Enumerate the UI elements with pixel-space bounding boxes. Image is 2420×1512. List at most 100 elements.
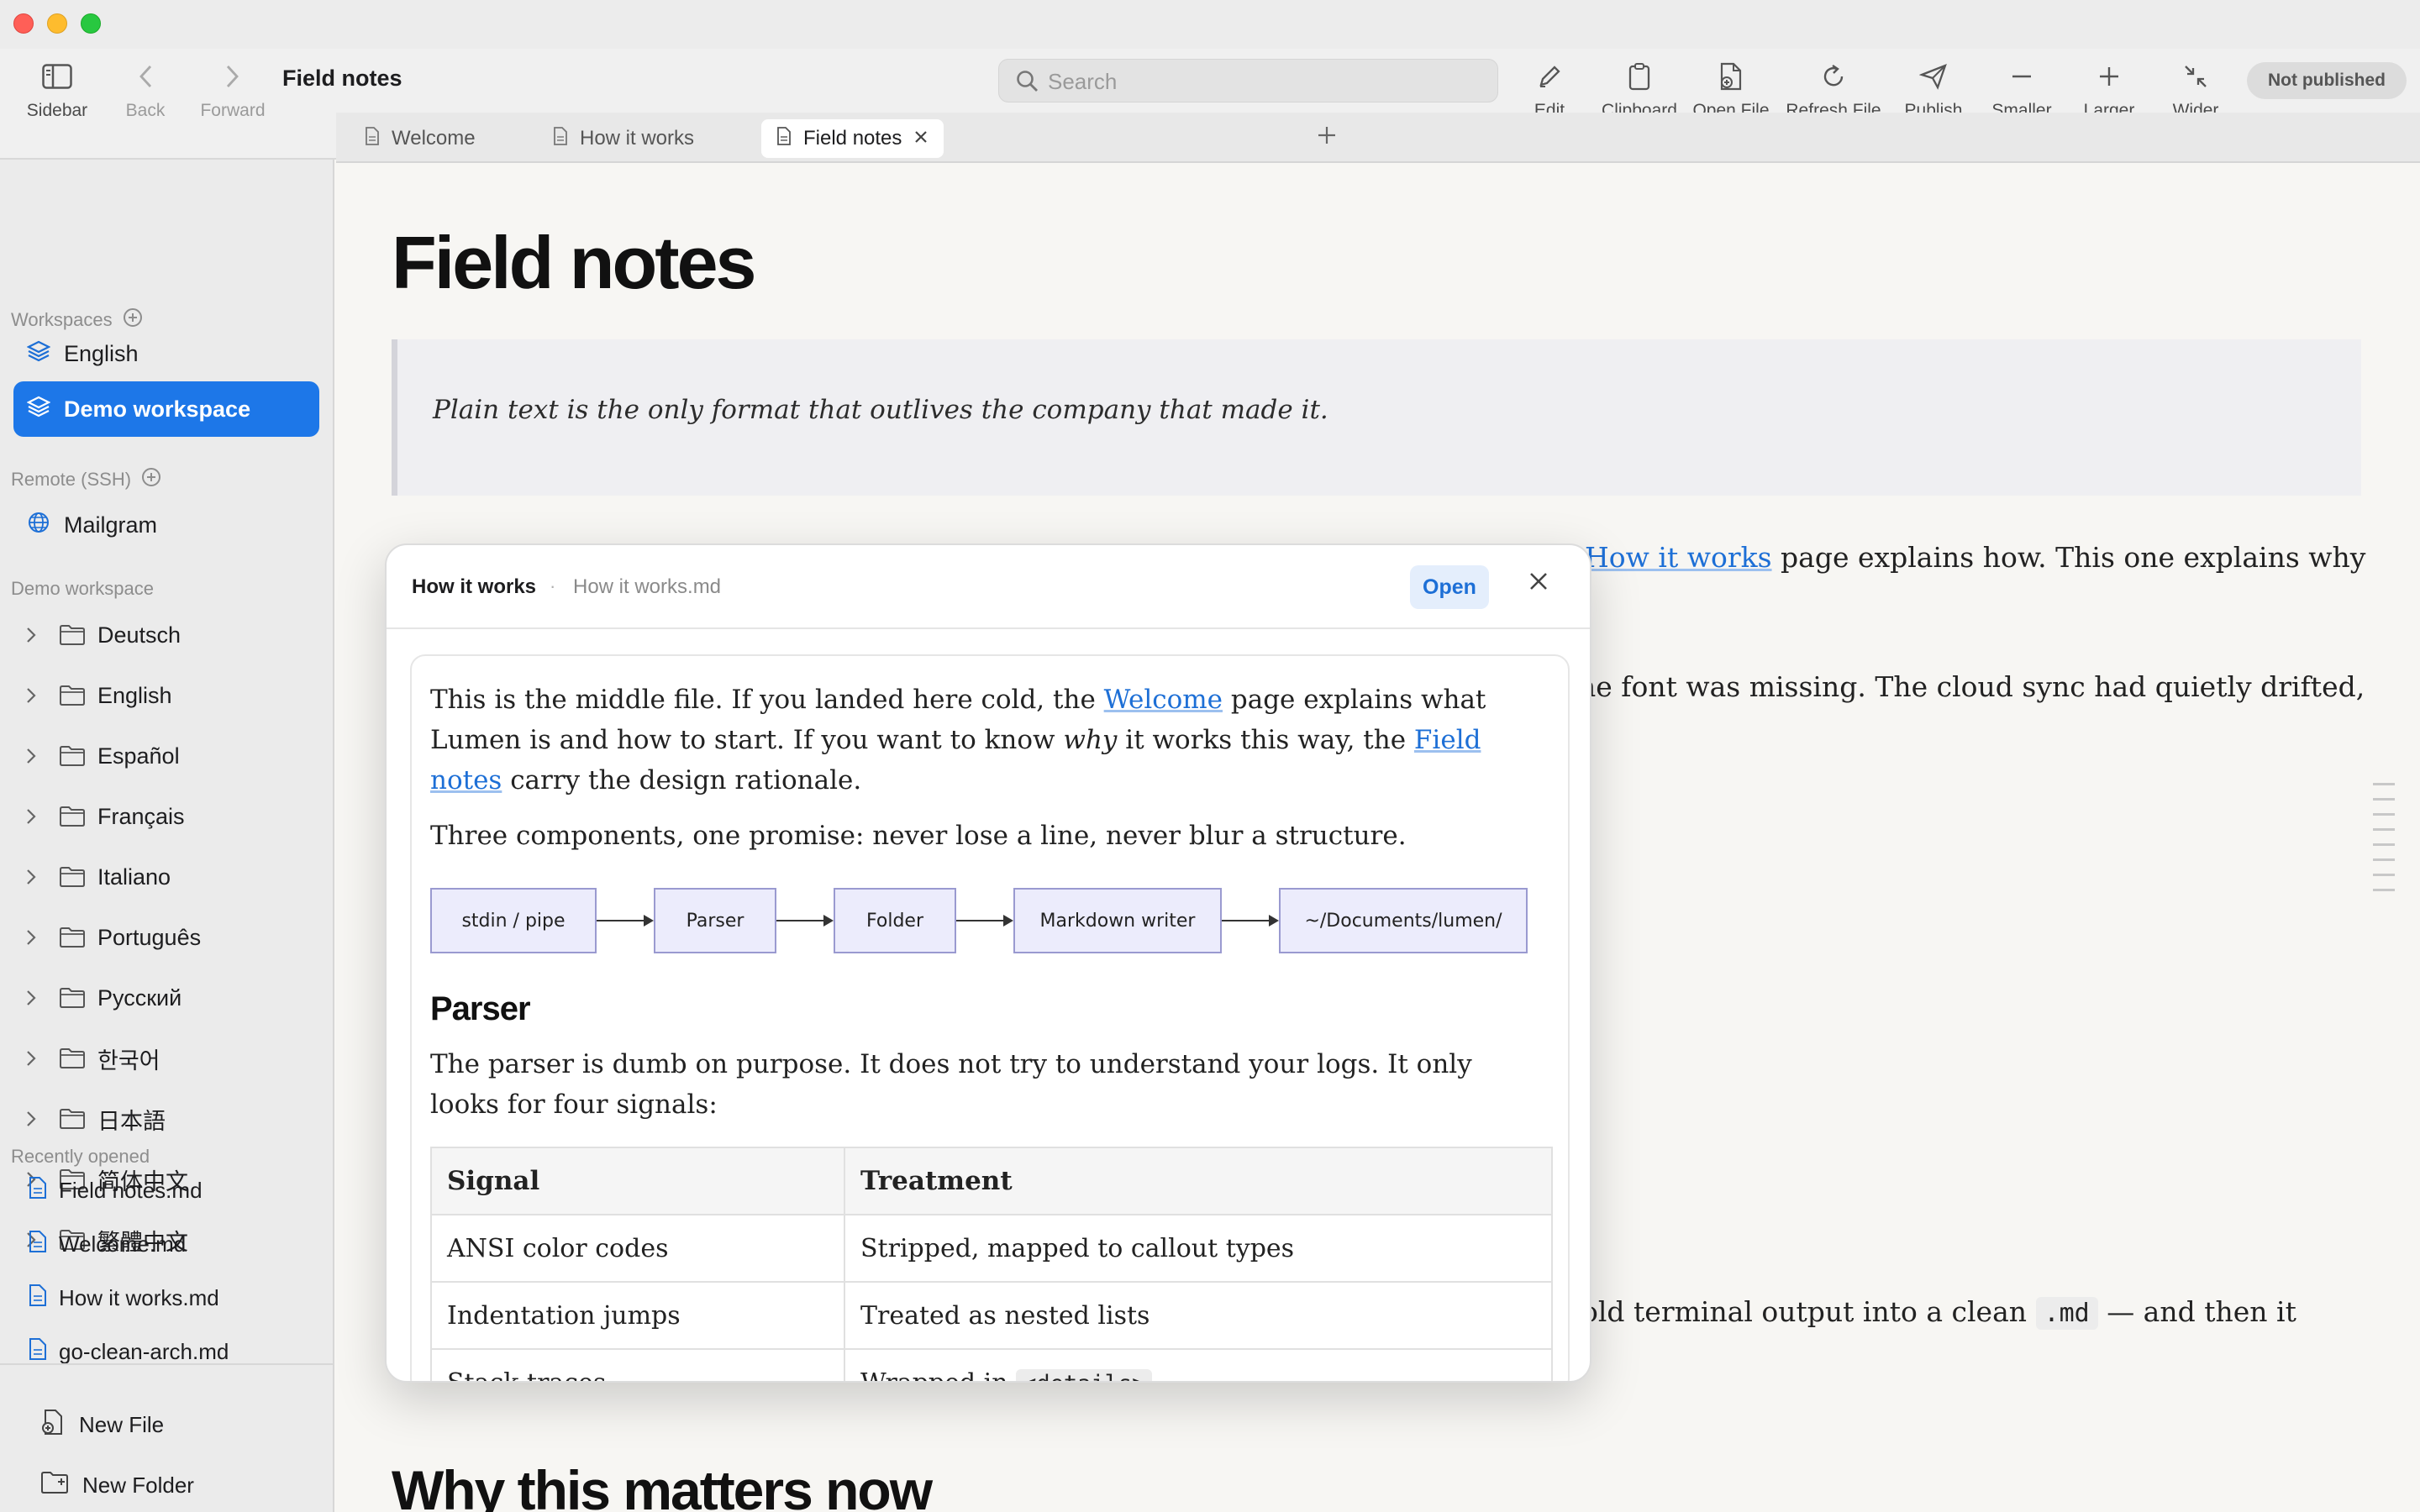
- folder-icon: [59, 866, 86, 888]
- document-title: Field notes: [392, 221, 756, 304]
- add-remote-icon[interactable]: [141, 467, 161, 492]
- folder-item[interactable]: Русский: [0, 973, 333, 1023]
- recent-file-item[interactable]: How it works.md: [29, 1277, 219, 1319]
- chevron-right-icon[interactable]: [17, 687, 45, 704]
- recent-file-item[interactable]: Field notes.md: [29, 1169, 203, 1211]
- folder-item[interactable]: Deutsch: [0, 610, 333, 660]
- layers-icon: [26, 339, 51, 369]
- diagram-node: Folder: [834, 888, 956, 953]
- back-button[interactable]: Back: [123, 54, 168, 155]
- folder-item[interactable]: Français: [0, 791, 333, 842]
- remote-item-mailgram[interactable]: Mailgram: [13, 497, 319, 553]
- link-preview-popover: How it works · How it works.md Open This…: [385, 543, 1591, 1383]
- sidebar-label: Sidebar: [26, 101, 88, 120]
- sidebar-icon: [42, 54, 72, 99]
- how-it-works-link[interactable]: How it works: [1585, 541, 1772, 574]
- text-fragment: it works this way, the: [1117, 725, 1414, 755]
- chevron-right-icon[interactable]: [17, 990, 45, 1006]
- chevron-right-icon[interactable]: [17, 929, 45, 946]
- table-header-cell: Signal: [430, 1147, 845, 1215]
- tree-header: Demo workspace: [11, 578, 154, 600]
- workspace-item-demo[interactable]: Demo workspace: [13, 381, 319, 437]
- table-row: ANSI color codes Stripped, mapped to cal…: [430, 1214, 1553, 1283]
- separator-dot: ·: [550, 575, 556, 596]
- pipeline-diagram: stdin / pipe Parser Folder Markdown writ…: [430, 888, 1556, 955]
- diagram-arrow: [1222, 915, 1279, 927]
- table-cell: Stack traces: [430, 1348, 845, 1381]
- chevron-right-icon[interactable]: [17, 1050, 45, 1067]
- new-folder-label: New Folder: [82, 1472, 194, 1498]
- search-input[interactable]: [1048, 66, 1485, 97]
- document-icon: [29, 1176, 47, 1205]
- folder-icon: [59, 987, 86, 1009]
- diagram-node: Parser: [654, 888, 776, 953]
- table-header-cell: Treatment: [844, 1147, 1553, 1215]
- chevron-right-icon[interactable]: [17, 748, 45, 764]
- folder-label: Русский: [97, 984, 182, 1011]
- window-title: Field notes: [282, 66, 402, 91]
- table-cell: Stripped, mapped to callout types: [844, 1214, 1553, 1283]
- tab-label: Field notes: [803, 127, 902, 150]
- chevron-right-icon[interactable]: [17, 869, 45, 885]
- new-tab-icon[interactable]: [1316, 124, 1338, 150]
- chevron-left-icon: [138, 54, 153, 99]
- folder-item[interactable]: Português: [0, 912, 333, 963]
- folder-item[interactable]: 日本語: [0, 1094, 333, 1144]
- sidebar-toggle-button[interactable]: Sidebar: [25, 54, 89, 155]
- open-button[interactable]: Open: [1410, 565, 1489, 609]
- inline-code: .md: [2035, 1297, 2098, 1330]
- zoom-window-button[interactable]: [81, 13, 101, 34]
- folder-icon: [59, 806, 86, 827]
- blockquote: Plain text is the only format that outli…: [392, 339, 2361, 496]
- folder-label: English: [97, 682, 172, 708]
- diagram-arrow: [776, 915, 834, 927]
- document-paragraph: e How it works page explains how. This o…: [1560, 541, 2365, 574]
- close-tab-icon[interactable]: [913, 127, 929, 150]
- new-folder-icon: [40, 1471, 69, 1500]
- table-row: Stack traces Wrapped in <details>: [430, 1348, 1553, 1381]
- table-cell: Treated as nested lists: [844, 1281, 1553, 1350]
- diagram-arrow: [597, 915, 654, 927]
- folder-label: Español: [97, 743, 180, 769]
- new-file-button[interactable]: New File: [40, 1404, 164, 1446]
- document-paragraph: old terminal output into a clean .md — a…: [1581, 1295, 2296, 1330]
- forward-label: Forward: [200, 101, 266, 120]
- folder-label: 한국어: [97, 1047, 160, 1074]
- folder-label: 日本語: [97, 1108, 166, 1134]
- welcome-link[interactable]: Welcome: [1104, 685, 1223, 715]
- workspace-item-english[interactable]: English: [13, 326, 319, 381]
- folder-icon: [59, 624, 86, 646]
- table-header-row: Signal Treatment: [430, 1147, 1553, 1215]
- diagram-arrow: [956, 915, 1013, 927]
- diagram-node: stdin / pipe: [430, 888, 597, 953]
- sidebar: Workspaces English Demo workspace Remote…: [0, 160, 334, 1512]
- folder-item[interactable]: Español: [0, 731, 333, 781]
- minimize-window-button[interactable]: [47, 13, 67, 34]
- close-icon[interactable]: [1528, 570, 1549, 596]
- preview-paragraph: This is the middle file. If you landed h…: [430, 680, 1548, 801]
- close-window-button[interactable]: [13, 13, 34, 34]
- text-fragment: This is the middle file. If you landed h…: [430, 685, 1104, 715]
- chevron-right-icon[interactable]: [17, 808, 45, 825]
- table-cell: Indentation jumps: [430, 1281, 845, 1350]
- folder-item[interactable]: Italiano: [0, 852, 333, 902]
- forward-button[interactable]: Forward: [198, 54, 267, 155]
- chevron-right-icon[interactable]: [17, 627, 45, 643]
- popover-filename: How it works.md: [573, 575, 722, 598]
- diagram-node: Markdown writer: [1013, 888, 1222, 953]
- folder-item[interactable]: 한국어: [0, 1033, 333, 1084]
- folder-item[interactable]: English: [0, 670, 333, 721]
- signals-table: Signal Treatment ANSI color codes Stripp…: [430, 1147, 1553, 1381]
- tab-how-it-works[interactable]: How it works: [538, 119, 709, 158]
- tab-welcome[interactable]: Welcome: [350, 119, 491, 158]
- recent-file-item[interactable]: Welcome.md: [29, 1223, 186, 1265]
- chevron-right-icon[interactable]: [17, 1110, 45, 1127]
- recent-header-label: Recently opened: [11, 1146, 150, 1167]
- text-fragment: — and then it: [2097, 1295, 2296, 1328]
- scroll-minimap[interactable]: [2373, 783, 2396, 904]
- new-folder-button[interactable]: New Folder: [40, 1464, 194, 1506]
- tab-field-notes[interactable]: Field notes: [761, 119, 944, 158]
- tab-strip: Welcome How it works Field notes: [336, 113, 2420, 163]
- search-box[interactable]: [998, 59, 1498, 102]
- new-file-label: New File: [79, 1411, 165, 1437]
